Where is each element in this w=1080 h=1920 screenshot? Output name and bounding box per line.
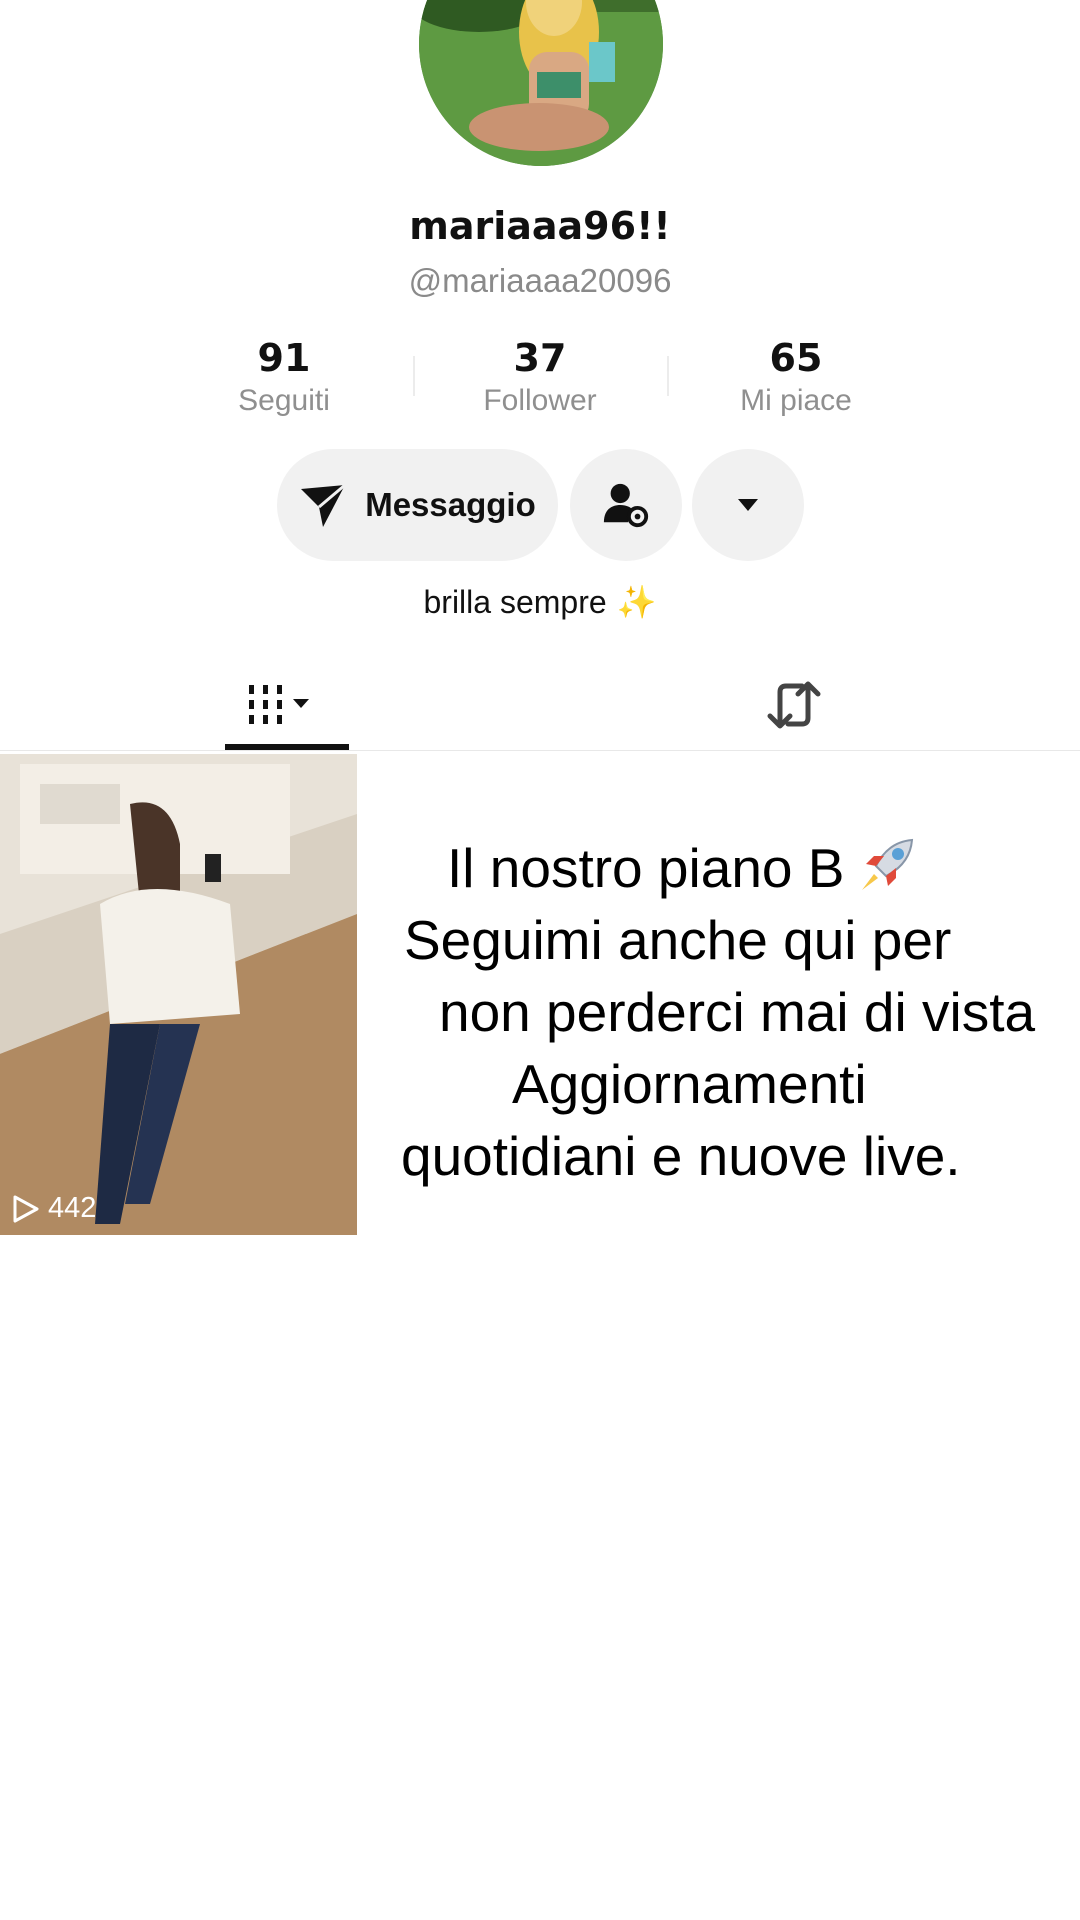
follow-settings-button[interactable] bbox=[570, 449, 682, 561]
tab-videos[interactable] bbox=[225, 670, 349, 740]
video-thumbnail[interactable]: 442 bbox=[0, 754, 357, 1235]
username-handle: @mariaaaa20096 bbox=[408, 262, 672, 299]
caption-line-4: Aggiornamenti bbox=[512, 1053, 867, 1115]
caption-line-3: non perderci mai di vista bbox=[439, 981, 1036, 1043]
bio-text: brilla sempre bbox=[423, 584, 607, 620]
following-label: Seguiti bbox=[238, 384, 330, 417]
avatar[interactable] bbox=[419, 0, 663, 166]
repost-icon bbox=[767, 681, 821, 729]
caption-line-1: Il nostro piano B bbox=[447, 832, 918, 911]
stat-divider bbox=[667, 356, 669, 396]
likes-count: 65 bbox=[769, 336, 823, 380]
followers-label: Follower bbox=[483, 384, 597, 417]
stat-divider bbox=[413, 356, 415, 396]
caption-line-1-text: Il nostro piano B bbox=[447, 837, 845, 899]
rocket-icon bbox=[858, 834, 918, 911]
view-count-value: 442 bbox=[48, 1192, 97, 1224]
caption-line-5: quotidiani e nuove live. bbox=[401, 1125, 961, 1187]
message-button[interactable]: Messaggio bbox=[277, 449, 558, 561]
message-button-label: Messaggio bbox=[365, 486, 536, 523]
send-icon bbox=[301, 483, 347, 527]
stat-likes[interactable]: 65 Mi piace bbox=[676, 336, 916, 418]
caption-line-2: Seguimi anche qui per bbox=[404, 909, 952, 971]
avatar-photo bbox=[419, 0, 663, 166]
more-options-button[interactable] bbox=[692, 449, 804, 561]
tab-reposts[interactable] bbox=[754, 670, 834, 740]
view-count: 442 bbox=[10, 1192, 96, 1225]
video-thumbnail-image bbox=[0, 754, 357, 1235]
following-count: 91 bbox=[257, 336, 311, 380]
stat-followers[interactable]: 37 Follower bbox=[420, 336, 660, 418]
grid-bars-icon bbox=[249, 685, 309, 724]
stat-following[interactable]: 91 Seguiti bbox=[164, 336, 404, 418]
bio: brilla sempre ✨ bbox=[0, 583, 1080, 621]
play-icon bbox=[13, 1195, 39, 1222]
followers-count: 37 bbox=[513, 336, 567, 380]
sparkle-icon: ✨ bbox=[616, 584, 657, 620]
likes-label: Mi piace bbox=[740, 384, 852, 417]
display-name: mariaaa96!! bbox=[409, 204, 671, 248]
person-gear-icon bbox=[603, 483, 649, 528]
caret-down-icon bbox=[738, 499, 758, 511]
tab-divider bbox=[0, 750, 1080, 751]
